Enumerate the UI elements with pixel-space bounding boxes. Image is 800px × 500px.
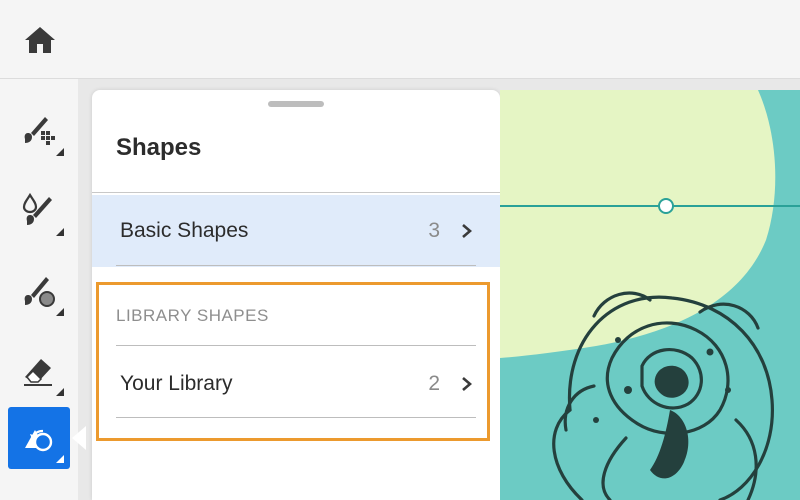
library-shapes-header: LIBRARY SHAPES — [116, 306, 269, 325]
drawing-canvas[interactable] — [500, 90, 800, 500]
submenu-corner-icon — [56, 388, 64, 396]
divider — [116, 417, 476, 418]
shapes-panel: Shapes Basic Shapes 3 LIBRARY SHAPES You… — [92, 90, 500, 500]
divider — [116, 265, 476, 266]
submenu-corner-icon — [56, 455, 64, 463]
pixel-brush-icon — [24, 117, 55, 145]
panel-title: Shapes — [116, 134, 202, 161]
basic-shapes-count: 3 — [428, 219, 440, 242]
paint-brush-icon — [24, 277, 55, 307]
chevron-right-icon — [462, 377, 472, 391]
pixel-brush-tool[interactable] — [8, 100, 70, 162]
divider — [92, 192, 500, 193]
top-bar — [0, 0, 800, 79]
your-library-label: Your Library — [120, 372, 233, 395]
eraser-tool[interactable] — [8, 340, 70, 402]
your-library-row[interactable]: Your Library 2 — [92, 348, 500, 420]
popover-pointer — [72, 426, 86, 450]
shapes-icon — [25, 429, 53, 452]
submenu-corner-icon — [56, 308, 64, 316]
watercolor-brush-tool[interactable] — [8, 180, 70, 242]
tool-bar — [0, 79, 78, 500]
your-library-count: 2 — [428, 372, 440, 395]
basic-shapes-row[interactable]: Basic Shapes 3 — [92, 195, 500, 267]
shapes-tool[interactable] — [8, 407, 70, 469]
home-icon — [25, 27, 55, 53]
paint-brush-tool[interactable] — [8, 260, 70, 322]
canvas-artwork — [500, 90, 800, 500]
chevron-right-icon — [462, 224, 472, 238]
submenu-corner-icon — [56, 148, 64, 156]
submenu-corner-icon — [56, 228, 64, 236]
home-button[interactable] — [22, 24, 58, 56]
divider — [116, 345, 476, 346]
basic-shapes-label: Basic Shapes — [120, 219, 249, 242]
panel-grabber[interactable] — [268, 101, 324, 107]
watercolor-brush-icon — [22, 192, 52, 225]
eraser-icon — [24, 359, 52, 386]
